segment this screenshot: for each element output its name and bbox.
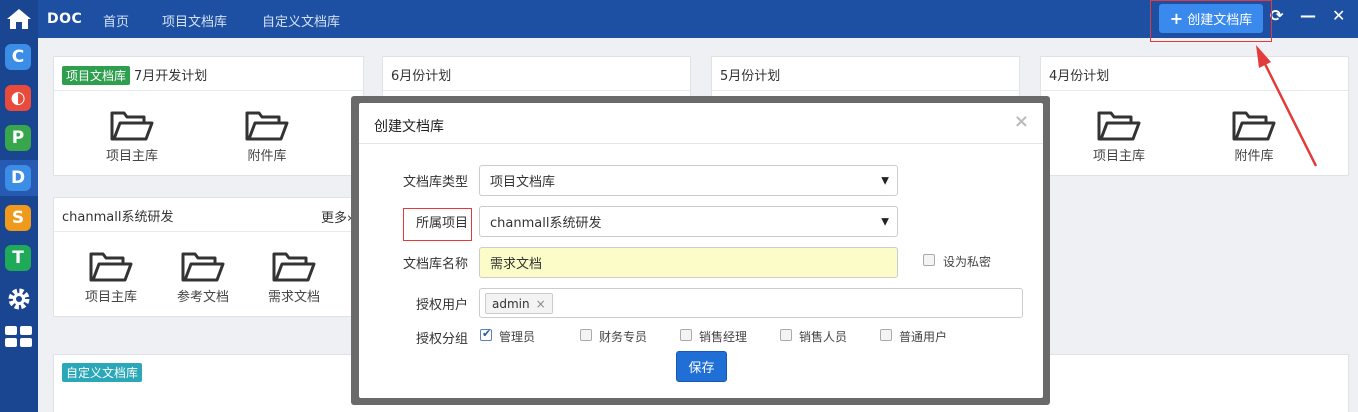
- library-type-value: 项目文档库: [490, 175, 556, 190]
- o-app-icon[interactable]: ◐: [5, 85, 31, 111]
- project-select[interactable]: chanmall系统研发 ▼: [479, 206, 898, 237]
- folder-label: 项目主库: [84, 290, 137, 305]
- folder-label: 项目主库: [1092, 149, 1145, 164]
- folder-label: 参考文档: [176, 290, 229, 305]
- nav-custom-docs[interactable]: 自定义文档库: [262, 11, 340, 30]
- private-label: 设为私密: [943, 255, 992, 269]
- folder-icon: [89, 252, 133, 282]
- minimize-icon[interactable]: —: [1300, 6, 1316, 25]
- library-panel: 4月份计划 项目主库 附件库: [1040, 56, 1349, 176]
- group-label-admin: 管理员: [499, 330, 536, 344]
- group-checkbox-admin[interactable]: [480, 327, 492, 341]
- library-name-value: 需求文档: [490, 257, 543, 272]
- folder-label: 项目主库: [105, 149, 158, 164]
- library-type-select[interactable]: 项目文档库 ▼: [479, 165, 898, 196]
- library-panel: 项目文档库 7月开发计划 项目主库 附件库: [53, 56, 364, 176]
- folder-icon: [1232, 111, 1276, 141]
- user-chip-admin: admin ×: [485, 293, 553, 314]
- app-sidebar: C ◐ P D S T: [0, 0, 38, 412]
- panel-title[interactable]: 5月份计划: [720, 69, 780, 84]
- more-link[interactable]: 更多»: [321, 207, 355, 226]
- panel-header: 项目文档库 7月开发计划: [54, 57, 363, 91]
- type-label: 文档库类型: [402, 175, 468, 190]
- s-app-icon[interactable]: S: [5, 205, 31, 231]
- panel-header: 4月份计划: [1041, 57, 1348, 91]
- library-panel: chanmall系统研发 更多» 项目主库 参考文档 需求文档: [53, 197, 364, 317]
- save-button[interactable]: 保存: [676, 351, 727, 382]
- authorized-users-input[interactable]: [479, 288, 1023, 318]
- panel-title[interactable]: 7月开发计划: [134, 69, 207, 84]
- remove-chip-icon[interactable]: ×: [536, 297, 546, 311]
- d-app-icon[interactable]: D: [5, 165, 31, 191]
- gear-icon[interactable]: [6, 286, 32, 316]
- custom-library-tag: 自定义文档库: [62, 363, 143, 382]
- panel-header: 5月份计划: [712, 57, 1019, 91]
- groups-label: 授权分组: [415, 332, 468, 347]
- group-checkbox-sales-staff[interactable]: [780, 329, 792, 341]
- grid-icon[interactable]: [5, 326, 33, 352]
- dialog-close-icon[interactable]: ×: [1014, 111, 1029, 132]
- panel-title[interactable]: chanmall系统研发: [62, 210, 173, 225]
- dialog-divider: [359, 143, 1043, 144]
- nav-project-docs[interactable]: 项目文档库: [162, 11, 227, 30]
- group-label-normal-user: 普通用户: [899, 330, 948, 344]
- folder-item[interactable]: 项目主库: [1074, 109, 1164, 164]
- folder-item[interactable]: 参考文档: [158, 250, 248, 305]
- project-value: chanmall系统研发: [490, 216, 602, 231]
- project-label: 所属项目: [415, 216, 468, 231]
- group-label-finance: 财务专员: [599, 330, 648, 344]
- nav-home[interactable]: 首页: [103, 11, 129, 30]
- folder-item[interactable]: 需求文档: [249, 250, 339, 305]
- panel-header: chanmall系统研发 更多»: [54, 198, 363, 232]
- panel-header: 6月份计划: [383, 57, 690, 91]
- group-checkbox-normal-user[interactable]: [880, 329, 892, 341]
- panel-title[interactable]: 6月份计划: [391, 69, 451, 84]
- users-label: 授权用户: [415, 298, 468, 313]
- panel-title[interactable]: 4月份计划: [1049, 69, 1109, 84]
- folder-label: 附件库: [1234, 149, 1274, 164]
- folder-item[interactable]: 项目主库: [66, 250, 156, 305]
- folder-icon: [1097, 111, 1141, 141]
- group-checkbox-finance[interactable]: [580, 329, 592, 341]
- refresh-icon[interactable]: ⟳: [1270, 6, 1283, 25]
- folder-icon: [272, 252, 316, 282]
- private-checkbox[interactable]: [923, 254, 935, 266]
- folder-icon: [110, 111, 154, 141]
- project-library-tag: 项目文档库: [62, 66, 131, 85]
- close-icon[interactable]: ✕: [1332, 6, 1345, 25]
- group-label-sales-manager: 销售经理: [699, 330, 748, 344]
- t-app-icon[interactable]: T: [5, 245, 31, 271]
- group-label-sales-staff: 销售人员: [799, 330, 848, 344]
- folder-label: 附件库: [247, 149, 287, 164]
- p-app-icon[interactable]: P: [5, 125, 31, 151]
- group-checkbox-sales-manager[interactable]: [680, 329, 692, 341]
- folder-item[interactable]: 附件库: [222, 109, 312, 164]
- highlight-box-create: [1150, 0, 1272, 42]
- chevron-down-icon: ▼: [881, 175, 889, 186]
- c-app-icon[interactable]: C: [5, 44, 31, 70]
- folder-item[interactable]: 附件库: [1209, 109, 1299, 164]
- brand-logo[interactable]: DOC: [47, 11, 82, 27]
- user-chip-label: admin: [492, 296, 530, 311]
- folder-label: 需求文档: [267, 290, 320, 305]
- name-label: 文档库名称: [402, 257, 468, 272]
- folder-icon: [245, 111, 289, 141]
- folder-icon: [181, 252, 225, 282]
- folder-item[interactable]: 项目主库: [87, 109, 177, 164]
- chevron-down-icon: ▼: [881, 216, 889, 227]
- home-icon[interactable]: [0, 0, 38, 38]
- library-name-input[interactable]: 需求文档: [479, 247, 898, 278]
- dialog-title: 创建文档库: [374, 119, 444, 135]
